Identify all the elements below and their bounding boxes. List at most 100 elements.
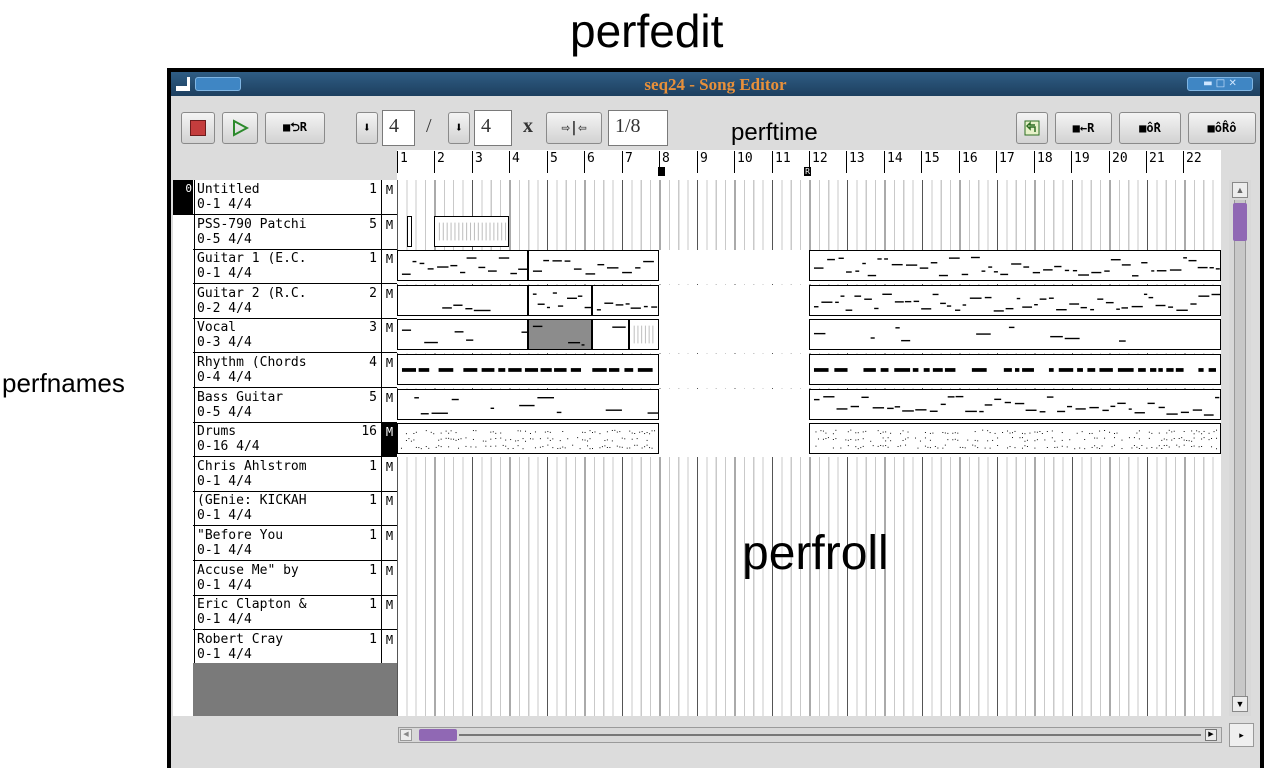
track-name-box[interactable]: Vocal 3 0-3 4/4 bbox=[194, 318, 382, 354]
mute-toggle[interactable]: M bbox=[382, 284, 397, 319]
window-controls[interactable]: ▬ □ ✕ bbox=[1187, 77, 1253, 91]
track-name-row[interactable]: Eric Clapton & 1 0-1 4/4 M bbox=[173, 595, 397, 631]
sequence-block[interactable] bbox=[434, 216, 509, 247]
perfroll-area[interactable] bbox=[397, 180, 1221, 716]
sequence-block[interactable] bbox=[809, 285, 1221, 316]
track-name-box[interactable]: Untitled 1 0-1 4/4 bbox=[194, 180, 382, 215]
sequence-block[interactable] bbox=[528, 250, 659, 281]
snap-dropdown-button[interactable]: ⇨|⇦ bbox=[546, 112, 602, 144]
sequence-block[interactable] bbox=[592, 285, 659, 316]
minimize-icon[interactable]: ▬ bbox=[1203, 78, 1212, 89]
track-name-box[interactable]: Bass Guitar 5 0-5 4/4 bbox=[194, 387, 382, 423]
vertical-scroll-thumb[interactable] bbox=[1233, 203, 1247, 241]
mute-toggle[interactable]: M bbox=[382, 457, 397, 492]
track-name-box[interactable]: Drums 16 0-16 4/4 bbox=[194, 422, 382, 458]
measure-number: 12 bbox=[809, 151, 828, 173]
mute-toggle[interactable]: M bbox=[382, 388, 397, 423]
vertical-scrollbar[interactable]: ▲ ▼ bbox=[1229, 180, 1251, 716]
right-marker[interactable]: R bbox=[804, 167, 811, 176]
beat-width-field[interactable]: 4 bbox=[474, 110, 512, 146]
maximize-icon[interactable]: □ bbox=[1216, 78, 1225, 89]
track-name-row[interactable]: 0 Untitled 1 0-1 4/4 M bbox=[173, 180, 397, 215]
scroll-right-button-2[interactable]: ▸ bbox=[1229, 723, 1254, 747]
mute-toggle[interactable]: M bbox=[382, 318, 397, 353]
track-name-row[interactable]: Rhythm (Chords 4 0-4 4/4 M bbox=[173, 353, 397, 388]
mute-toggle[interactable]: M bbox=[382, 215, 397, 250]
sequence-block[interactable] bbox=[397, 389, 659, 420]
scroll-right-button[interactable]: ▶ bbox=[1205, 729, 1217, 741]
mute-toggle[interactable]: M bbox=[382, 595, 397, 630]
mute-toggle[interactable]: M bbox=[382, 249, 397, 284]
sequence-block[interactable] bbox=[629, 319, 659, 350]
track-name-row[interactable]: Guitar 1 (E.C. 1 0-1 4/4 M bbox=[173, 249, 397, 285]
sequence-block[interactable] bbox=[809, 354, 1221, 385]
track-name-row[interactable]: Accuse Me" by 1 0-1 4/4 M bbox=[173, 560, 397, 596]
sequence-block[interactable] bbox=[809, 389, 1221, 420]
track-name-row[interactable]: (GEnie: KICKAH 1 0-1 4/4 M bbox=[173, 491, 397, 527]
track-name-box[interactable]: Guitar 1 (E.C. 1 0-1 4/4 bbox=[194, 249, 382, 285]
sequence-block[interactable] bbox=[528, 319, 592, 350]
track-name-row[interactable]: "Before You 1 0-1 4/4 M bbox=[173, 526, 397, 561]
mute-toggle[interactable]: M bbox=[382, 422, 397, 458]
track-name-box[interactable]: Accuse Me" by 1 0-1 4/4 bbox=[194, 560, 382, 596]
move-l-to-r-button[interactable]: ■←R bbox=[1055, 112, 1112, 144]
track-name-box[interactable]: Chris Ahlstrom 1 0-1 4/4 bbox=[194, 456, 382, 492]
track-name-box[interactable]: Robert Cray 1 0-1 4/4 bbox=[194, 629, 382, 665]
track-name-box[interactable]: "Before You 1 0-1 4/4 bbox=[194, 526, 382, 561]
track-number-cell bbox=[173, 491, 193, 527]
mute-toggle[interactable]: M bbox=[382, 630, 397, 665]
track-name-box[interactable]: Eric Clapton & 1 0-1 4/4 bbox=[194, 595, 382, 631]
collapse-button[interactable]: ■ô̂R bbox=[1119, 112, 1181, 144]
track-name-row[interactable]: PSS-790 Patchi 5 0-5 4/4 M bbox=[173, 214, 397, 250]
track-name-box[interactable]: Rhythm (Chords 4 0-4 4/4 bbox=[194, 353, 382, 388]
track-name-row[interactable]: Drums 16 0-16 4/4 M bbox=[173, 422, 397, 458]
sequence-block[interactable] bbox=[809, 250, 1221, 281]
beats-per-measure-field[interactable]: 4 bbox=[382, 110, 415, 146]
scroll-up-button[interactable]: ▲ bbox=[1232, 182, 1248, 198]
track-name-row[interactable]: Robert Cray 1 0-1 4/4 M bbox=[173, 629, 397, 665]
track-name-row[interactable]: Chris Ahlstrom 1 0-1 4/4 M bbox=[173, 456, 397, 492]
sequence-block[interactable] bbox=[592, 319, 629, 350]
undo-button[interactable] bbox=[1016, 112, 1048, 144]
snap-field[interactable]: 1/8 bbox=[608, 110, 668, 146]
track-name-row[interactable]: Vocal 3 0-3 4/4 M bbox=[173, 318, 397, 354]
loop-button[interactable]: ■⮌R bbox=[265, 112, 325, 144]
mute-toggle[interactable]: M bbox=[382, 491, 397, 526]
track-channel: 1 bbox=[369, 251, 377, 267]
beat-width-dropdown[interactable]: ⬇ bbox=[448, 112, 470, 144]
measure-number: 1 bbox=[397, 151, 408, 173]
stop-button[interactable] bbox=[181, 112, 215, 144]
track-name-box[interactable]: (GEnie: KICKAH 1 0-1 4/4 bbox=[194, 491, 382, 527]
mute-toggle[interactable]: M bbox=[382, 561, 397, 596]
track-name-box[interactable]: Guitar 2 (R.C. 2 0-2 4/4 bbox=[194, 283, 382, 319]
horizontal-scroll-thumb[interactable] bbox=[419, 729, 457, 741]
horizontal-scrollbar[interactable]: ◀ ▶ bbox=[398, 727, 1222, 743]
track-name-row[interactable]: Guitar 2 (R.C. 2 0-2 4/4 M bbox=[173, 283, 397, 319]
play-button[interactable] bbox=[222, 112, 258, 144]
title-bar: seq24 - Song Editor ▬ □ ✕ bbox=[171, 72, 1260, 96]
scroll-down-button[interactable]: ▼ bbox=[1232, 696, 1248, 712]
left-marker[interactable] bbox=[658, 167, 665, 176]
sequence-block[interactable] bbox=[407, 216, 412, 247]
sequence-notes bbox=[596, 302, 658, 311]
track-name-row[interactable]: Bass Guitar 5 0-5 4/4 M bbox=[173, 387, 397, 423]
close-icon[interactable]: ✕ bbox=[1228, 78, 1236, 89]
beats-per-measure-dropdown[interactable]: ⬇ bbox=[356, 112, 378, 144]
sequence-block[interactable] bbox=[397, 285, 528, 316]
expand-button[interactable]: ■ôR̂ô bbox=[1188, 112, 1256, 144]
sequence-block[interactable] bbox=[809, 319, 1221, 350]
track-number-cell bbox=[173, 456, 193, 492]
perftime-ruler[interactable]: 1 2 3 4 5 6 7 8 9 10 11 12 13 14 15 16 17 18 19 20 21 22 R bbox=[397, 150, 1221, 180]
mute-toggle[interactable]: M bbox=[382, 526, 397, 561]
track-name-box[interactable]: PSS-790 Patchi 5 0-5 4/4 bbox=[194, 214, 382, 250]
sequence-block[interactable] bbox=[397, 354, 659, 385]
scroll-left-button[interactable]: ◀ bbox=[400, 729, 412, 741]
vertical-scroll-trough[interactable] bbox=[1234, 200, 1246, 696]
sequence-block[interactable] bbox=[397, 250, 528, 281]
sequence-block[interactable] bbox=[528, 285, 592, 316]
mute-toggle[interactable]: M bbox=[382, 180, 397, 215]
sequence-block[interactable] bbox=[397, 319, 528, 350]
sequence-block[interactable] bbox=[809, 423, 1221, 454]
sequence-block[interactable] bbox=[397, 423, 659, 454]
mute-toggle[interactable]: M bbox=[382, 353, 397, 388]
